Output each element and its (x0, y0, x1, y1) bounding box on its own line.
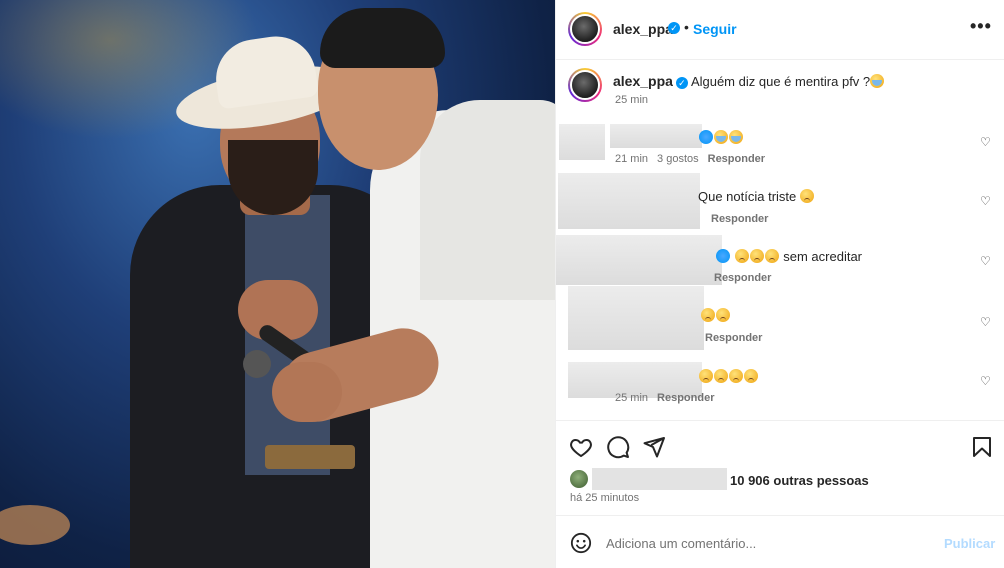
man-right-hair (320, 8, 445, 68)
verified-icon: ✓ (668, 22, 680, 34)
likes-summary: 10 906 outras pessoas (570, 468, 1000, 490)
caption-time: 25 min (615, 94, 649, 106)
verified-icon (699, 130, 713, 144)
comment-avatar-blurred (559, 124, 605, 160)
sad-emoji-icon (749, 249, 764, 263)
sad-emoji-icon (729, 369, 743, 383)
comment-item: Responder ♡ (556, 286, 1004, 350)
caption-avatar[interactable] (568, 68, 602, 102)
share-icon[interactable] (642, 435, 666, 459)
caption-text: Alguém diz que é mentira pfv ? (690, 74, 871, 89)
sad-emoji-icon (764, 249, 779, 263)
separator-dot: • (684, 19, 689, 35)
comment-user-blurred (556, 235, 722, 285)
comment-text (699, 130, 744, 145)
caption: alex_ppa ✓ Alguém diz que é mentira pfv ? (613, 73, 885, 89)
likes-count[interactable]: 10 906 outras pessoas (730, 473, 869, 488)
verified-icon: ✓ (675, 76, 688, 89)
sad-emoji-icon (699, 369, 713, 383)
heart-icon[interactable]: ♡ (980, 255, 992, 267)
add-comment-bar: Publicar (556, 515, 1004, 568)
sad-emoji-icon (714, 369, 728, 383)
sad-emoji-icon (701, 308, 715, 322)
comment-input[interactable] (606, 532, 936, 554)
sad-emoji-icon (799, 189, 814, 203)
reply-button[interactable]: Responder (714, 272, 771, 284)
comment-item: Que notícia triste Responder ♡ (556, 173, 1004, 231)
liker-name-blurred (592, 468, 727, 490)
publish-button[interactable]: Publicar (944, 536, 995, 551)
comment-time: 25 min (615, 392, 649, 404)
comment-text: sem acreditar (716, 249, 862, 264)
comment-icon[interactable] (606, 435, 630, 459)
guitar-shape (0, 505, 70, 545)
post-timestamp: há 25 minutos (570, 492, 640, 504)
post-photo[interactable] (0, 0, 555, 568)
comment-text (701, 308, 731, 323)
man-right-shoulder (420, 100, 555, 300)
heart-icon[interactable]: ♡ (980, 375, 992, 387)
heart-icon[interactable]: ♡ (980, 316, 992, 328)
comment-item: 21 min 3 gostos Responder ♡ (556, 122, 1004, 180)
comment-username-blurred (610, 124, 702, 148)
heart-icon[interactable]: ♡ (980, 136, 992, 148)
liker-avatar[interactable] (570, 470, 588, 488)
sad-emoji-icon (734, 249, 749, 263)
comment-likes[interactable]: 3 gostos (657, 153, 699, 165)
heart-icon[interactable]: ♡ (980, 195, 992, 207)
comment-meta: 21 min 3 gostos Responder (615, 153, 765, 165)
crying-emoji-icon (870, 74, 885, 88)
action-bar (556, 420, 1004, 468)
bookmark-icon[interactable] (970, 435, 994, 459)
comment-item: 25 min Responder ♡ (556, 360, 1004, 418)
comment-user-blurred (558, 173, 700, 229)
man-right-hand (272, 362, 342, 422)
author-username[interactable]: alex_ppa (613, 21, 673, 37)
emoji-icon[interactable] (570, 532, 592, 554)
comment-time: 21 min (615, 153, 649, 165)
comment-meta: 25 min Responder (615, 392, 715, 404)
follow-button[interactable]: Seguir (693, 21, 737, 37)
comment-text-content: sem acreditar (783, 249, 862, 264)
sad-emoji-icon (716, 308, 730, 322)
reply-button[interactable]: Responder (708, 153, 765, 165)
caption-username[interactable]: alex_ppa (613, 73, 673, 89)
heart-icon[interactable] (569, 435, 593, 459)
crying-emoji-icon (714, 130, 728, 144)
belt-buckle (265, 445, 355, 469)
sad-emoji-icon (744, 369, 758, 383)
comment-text: Que notícia triste (698, 189, 815, 204)
author-avatar[interactable] (568, 12, 602, 46)
comment-text (699, 369, 759, 384)
reply-button[interactable]: Responder (657, 392, 714, 404)
reply-button[interactable]: Responder (711, 213, 768, 225)
comment-user-blurred (568, 286, 704, 350)
post-header: alex_ppa ✓ • Seguir ••• (556, 0, 1004, 60)
verified-icon (716, 249, 730, 263)
comment-text-content: Que notícia triste (698, 189, 797, 204)
comment-item: sem acreditar Responder ♡ (556, 233, 1004, 291)
more-icon[interactable]: ••• (970, 16, 992, 37)
reply-button[interactable]: Responder (705, 332, 762, 344)
microphone-head (243, 350, 271, 378)
crying-emoji-icon (729, 130, 743, 144)
post-details-panel: alex_ppa ✓ • Seguir ••• alex_ppa ✓ Alguém … (555, 0, 1004, 568)
